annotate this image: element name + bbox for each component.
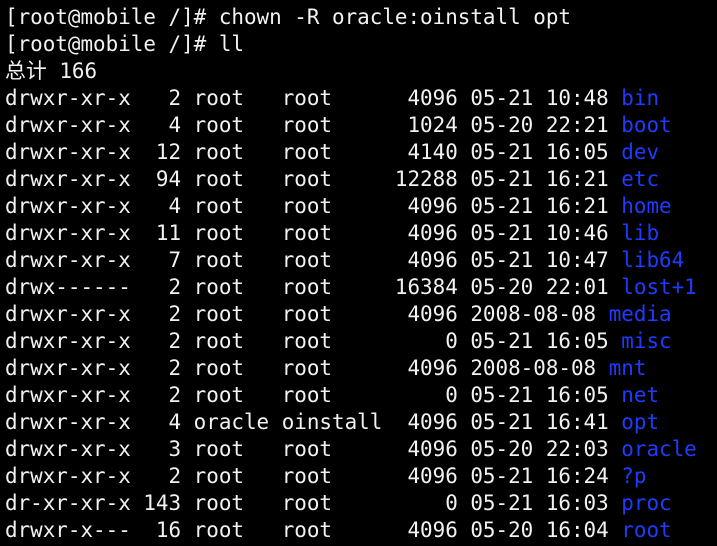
entry-meta: drwxr-xr-x 3 root root 4096 05-20 22:03 <box>5 437 622 461</box>
directory-name: misc <box>621 329 672 353</box>
command-line: [root@mobile /]# ll <box>5 32 244 56</box>
directory-name: ?p <box>621 464 647 488</box>
listing-row: drwxr-xr-x 2 root root 4096 05-21 16:24 … <box>5 463 717 490</box>
entry-meta: drwxr-xr-x 2 root root 0 05-21 16:05 <box>5 383 622 407</box>
listing-row: drwxr-xr-x 2 root root 0 05-21 16:05 mis… <box>5 328 717 355</box>
directory-name: lib64 <box>621 248 685 272</box>
listing-row: drwxr-xr-x 4 root root 1024 05-20 22:21 … <box>5 112 717 139</box>
entry-meta: dr-xr-xr-x 143 root root 0 05-21 16:03 <box>5 491 622 515</box>
terminal-window[interactable]: [root@mobile /]# chown -R oracle:oinstal… <box>0 0 717 546</box>
listing-row: drwxr-xr-x 94 root root 12288 05-21 16:2… <box>5 166 717 193</box>
entry-meta: drwxr-xr-x 2 root root 4096 05-21 16:24 <box>5 464 622 488</box>
listing-row: drwxr-xr-x 11 root root 4096 05-21 10:46… <box>5 220 717 247</box>
entry-meta: drwxr-xr-x 94 root root 12288 05-21 16:2… <box>5 167 622 191</box>
entry-meta: drwxr-xr-x 7 root root 4096 05-21 10:47 <box>5 248 622 272</box>
entry-meta: drwxr-xr-x 11 root root 4096 05-21 10:46 <box>5 221 622 245</box>
entry-meta: drwxr-xr-x 4 root root 1024 05-20 22:21 <box>5 113 622 137</box>
entry-meta: drwxr-xr-x 2 root root 0 05-21 16:05 <box>5 329 622 353</box>
entry-meta: drwx------ 2 root root 16384 05-20 22:01 <box>5 275 622 299</box>
listing-row: dr-xr-xr-x 143 root root 0 05-21 16:03 p… <box>5 490 717 517</box>
listing-row: drwxr-xr-x 4 oracle oinstall 4096 05-21 … <box>5 409 717 436</box>
listing-row: drwxr-xr-x 12 root root 4140 05-21 16:05… <box>5 139 717 166</box>
directory-name: home <box>621 194 672 218</box>
entry-meta: drwxr-x--- 16 root root 4096 05-20 16:04 <box>5 518 622 542</box>
directory-name: oracle <box>621 437 697 461</box>
directory-name: lost+1 <box>621 275 697 299</box>
directory-name: proc <box>621 491 672 515</box>
listing-row: drwxr-xr-x 7 root root 4096 05-21 10:47 … <box>5 247 717 274</box>
entry-meta: drwxr-xr-x 2 root root 4096 2008-08-08 <box>5 302 609 326</box>
entry-meta: drwxr-xr-x 2 root root 4096 2008-08-08 <box>5 356 609 380</box>
directory-name: mnt <box>608 356 647 380</box>
directory-name: dev <box>621 140 660 164</box>
listing-row: drwxr-x--- 16 root root 4096 05-20 16:04… <box>5 517 717 544</box>
entry-meta: drwxr-xr-x 4 root root 4096 05-21 16:21 <box>5 194 622 218</box>
listing-row: drwx------ 2 root root 16384 05-20 22:01… <box>5 274 717 301</box>
directory-name: boot <box>621 113 672 137</box>
directory-name: etc <box>621 167 660 191</box>
directory-name: opt <box>621 410 660 434</box>
listing-row: drwxr-xr-x 4 root root 4096 05-21 16:21 … <box>5 193 717 220</box>
directory-name: net <box>621 383 660 407</box>
command-line: [root@mobile /]# chown -R oracle:oinstal… <box>5 5 571 29</box>
listing-row: drwxr-xr-x 2 root root 0 05-21 16:05 net <box>5 382 717 409</box>
directory-name: root <box>621 518 672 542</box>
directory-name: media <box>608 302 672 326</box>
listing-row: drwxr-xr-x 2 root root 4096 2008-08-08 m… <box>5 355 717 382</box>
entry-meta: drwxr-xr-x 2 root root 4096 05-21 10:48 <box>5 86 622 110</box>
listing-row: drwxr-xr-x 2 root root 4096 05-21 10:48 … <box>5 85 717 112</box>
listing-row: drwxr-xr-x 3 root root 4096 05-20 22:03 … <box>5 436 717 463</box>
directory-name: lib <box>621 221 660 245</box>
listing-row: drwxr-xr-x 2 root root 4096 2008-08-08 m… <box>5 301 717 328</box>
entry-meta: drwxr-xr-x 12 root root 4140 05-21 16:05 <box>5 140 622 164</box>
directory-name: bin <box>621 86 660 110</box>
total-line: 总计 166 <box>5 59 98 83</box>
entry-meta: drwxr-xr-x 4 oracle oinstall 4096 05-21 … <box>5 410 622 434</box>
